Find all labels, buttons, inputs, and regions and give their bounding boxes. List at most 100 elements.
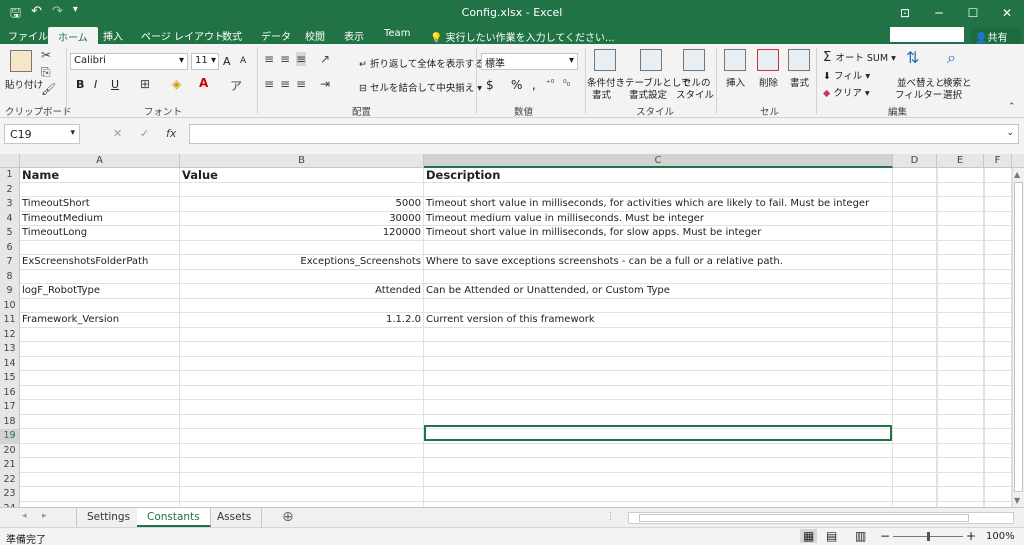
scroll-down-icon[interactable]: ▼ bbox=[1014, 496, 1020, 505]
cell-a[interactable] bbox=[20, 298, 180, 313]
empty-cell[interactable] bbox=[984, 298, 1012, 313]
align-center-icon[interactable]: ≡ bbox=[280, 77, 290, 91]
sheet-tab-settings[interactable]: Settings bbox=[76, 508, 142, 527]
font-color-icon[interactable]: A bbox=[199, 76, 208, 90]
empty-cell[interactable] bbox=[893, 182, 937, 197]
next-sheet-icon[interactable]: ▸ bbox=[42, 511, 47, 521]
tab-formulas[interactable]: 数式 bbox=[222, 28, 242, 43]
empty-cell[interactable] bbox=[937, 240, 984, 255]
cell-b[interactable]: 1.1.2.0 bbox=[180, 313, 424, 328]
cell-b[interactable] bbox=[180, 342, 424, 357]
empty-cell[interactable] bbox=[984, 269, 1012, 284]
empty-cell[interactable] bbox=[937, 385, 984, 400]
empty-cell[interactable] bbox=[893, 385, 937, 400]
cell-c[interactable]: Timeout short value in milliseconds, for… bbox=[424, 226, 893, 241]
cell-c[interactable]: Timeout medium value in milliseconds. Mu… bbox=[424, 211, 893, 226]
column-header-c[interactable]: C bbox=[424, 154, 893, 168]
zoom-level[interactable]: 100% bbox=[986, 531, 1015, 542]
font-name-select[interactable]: Calibri ▾ bbox=[70, 53, 188, 70]
cell-b[interactable] bbox=[180, 182, 424, 197]
cell-c[interactable] bbox=[424, 443, 893, 458]
row-header[interactable]: 18 bbox=[0, 414, 20, 429]
cell-c[interactable] bbox=[424, 458, 893, 473]
empty-cell[interactable] bbox=[893, 327, 937, 342]
close-button[interactable]: ✕ bbox=[990, 0, 1024, 26]
italic-button[interactable]: I bbox=[94, 78, 97, 91]
empty-cell[interactable] bbox=[984, 472, 1012, 487]
cell-a[interactable] bbox=[20, 429, 180, 444]
insert-cells-button[interactable]: 挿入 bbox=[726, 75, 745, 89]
row-header[interactable]: 6 bbox=[0, 240, 20, 255]
align-middle-icon[interactable]: ≡ bbox=[280, 52, 290, 66]
empty-cell[interactable] bbox=[937, 472, 984, 487]
cell-a[interactable]: ExScreenshotsFolderPath bbox=[20, 255, 180, 270]
spreadsheet-grid[interactable]: A B C D E F 1 Name Value Description 2 3 Timeo… bbox=[0, 154, 1024, 507]
cell-c[interactable] bbox=[424, 400, 893, 415]
cell-b[interactable] bbox=[180, 385, 424, 400]
merge-center-button[interactable]: ⊟ セルを結合して中央揃え ▾ bbox=[359, 80, 482, 94]
cell-b[interactable] bbox=[180, 472, 424, 487]
split-handle-icon[interactable]: ⋮ bbox=[606, 512, 615, 522]
page-break-view-icon[interactable]: ▥ bbox=[855, 529, 866, 543]
share-button[interactable]: 👤共有 bbox=[971, 27, 1021, 44]
tab-view[interactable]: 表示 bbox=[344, 28, 364, 43]
cell-a[interactable] bbox=[20, 414, 180, 429]
sort-filter-icon[interactable]: ⇅ bbox=[906, 48, 919, 67]
empty-cell[interactable] bbox=[893, 298, 937, 313]
column-header-d[interactable]: D bbox=[893, 154, 937, 168]
column-header-e[interactable]: E bbox=[937, 154, 984, 168]
autosum-button[interactable]: Σ オート SUM ▾ bbox=[823, 50, 896, 65]
empty-cell[interactable] bbox=[984, 414, 1012, 429]
cell-a[interactable] bbox=[20, 327, 180, 342]
tell-me-box[interactable]: 💡 実行したい作業を入力してください... bbox=[430, 29, 615, 44]
empty-cell[interactable] bbox=[984, 284, 1012, 299]
empty-cell[interactable] bbox=[893, 400, 937, 415]
clear-button[interactable]: ◆ クリア ▾ bbox=[823, 85, 870, 99]
row-header[interactable]: 13 bbox=[0, 342, 20, 357]
delete-cells-icon[interactable] bbox=[757, 49, 779, 71]
comma-button[interactable]: , bbox=[532, 78, 536, 92]
empty-cell[interactable] bbox=[937, 269, 984, 284]
row-header[interactable]: 10 bbox=[0, 298, 20, 313]
row-header[interactable]: 19 bbox=[0, 429, 20, 444]
sheet-tab-assets[interactable]: Assets bbox=[207, 508, 263, 527]
empty-cell[interactable] bbox=[937, 414, 984, 429]
row-header[interactable]: 1 bbox=[0, 168, 20, 183]
borders-icon[interactable]: ⊞ bbox=[140, 77, 150, 91]
zoom-in-button[interactable]: + bbox=[966, 529, 976, 543]
find-select-icon[interactable]: ⌕ bbox=[947, 48, 956, 68]
cell-c[interactable] bbox=[424, 356, 893, 371]
tab-home[interactable]: ホーム bbox=[48, 27, 98, 44]
empty-cell[interactable] bbox=[937, 298, 984, 313]
cell-a[interactable] bbox=[20, 342, 180, 357]
cell-c[interactable]: Timeout short value in milliseconds, for… bbox=[424, 197, 893, 212]
cell-b[interactable] bbox=[180, 487, 424, 502]
normal-view-icon[interactable]: ▦ bbox=[800, 529, 818, 543]
hscroll-thumb[interactable] bbox=[639, 514, 969, 522]
cell-c[interactable] bbox=[424, 371, 893, 386]
cell-b[interactable] bbox=[180, 400, 424, 415]
underline-button[interactable]: U bbox=[111, 78, 119, 91]
empty-cell[interactable] bbox=[893, 240, 937, 255]
empty-cell[interactable] bbox=[893, 255, 937, 270]
row-header[interactable]: 14 bbox=[0, 356, 20, 371]
empty-cell[interactable] bbox=[984, 255, 1012, 270]
empty-cell[interactable] bbox=[893, 269, 937, 284]
empty-cell[interactable] bbox=[984, 458, 1012, 473]
cell-b[interactable] bbox=[180, 371, 424, 386]
row-header[interactable]: 16 bbox=[0, 385, 20, 400]
account-box[interactable] bbox=[890, 27, 964, 42]
empty-cell[interactable] bbox=[937, 443, 984, 458]
cell-a[interactable]: TimeoutShort bbox=[20, 197, 180, 212]
empty-cell[interactable] bbox=[937, 400, 984, 415]
cell-styles-icon[interactable] bbox=[683, 49, 705, 71]
paste-icon[interactable] bbox=[10, 50, 32, 72]
row-header[interactable]: 2 bbox=[0, 182, 20, 197]
cell-a[interactable] bbox=[20, 356, 180, 371]
empty-cell[interactable] bbox=[937, 313, 984, 328]
cell-b[interactable]: 5000 bbox=[180, 197, 424, 212]
empty-cell[interactable] bbox=[893, 371, 937, 386]
currency-button[interactable]: $ bbox=[486, 78, 494, 92]
cell-c[interactable] bbox=[424, 385, 893, 400]
empty-cell[interactable] bbox=[984, 487, 1012, 502]
